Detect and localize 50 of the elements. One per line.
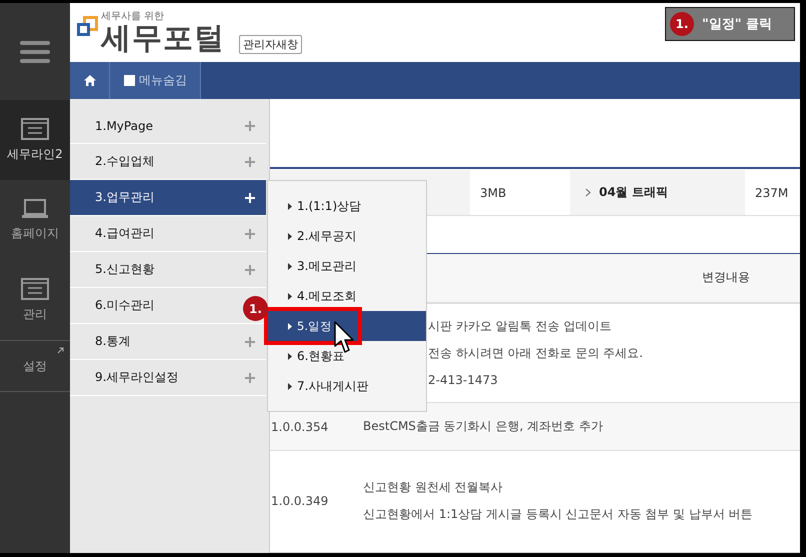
column-header: 변경내용 bbox=[702, 269, 750, 286]
change-text: 신고현황에서 1:1상담 게시글 등록시 신고문서 자동 첨부 및 납부서 버튼 bbox=[363, 506, 753, 524]
change-text: 신고현황 원천세 전월복사 bbox=[363, 479, 504, 496]
hide-menu-label[interactable]: 메뉴숨김 bbox=[139, 72, 187, 89]
submenu-item[interactable]: 3.메모관리 bbox=[268, 251, 426, 281]
bullet-icon bbox=[288, 382, 292, 390]
rail-item[interactable]: 세무라인2 bbox=[0, 100, 70, 180]
callout-text: "일정" 클릭 bbox=[702, 16, 772, 33]
window-icon bbox=[21, 118, 49, 140]
sidebar-item[interactable]: 8.통계 bbox=[70, 324, 266, 360]
sidebar-item[interactable]: 4.급여관리 bbox=[70, 216, 266, 252]
checkbox[interactable] bbox=[124, 75, 135, 86]
submenu-item[interactable]: 7.사내게시판 bbox=[268, 371, 426, 401]
hide-menu-toggle[interactable]: 메뉴숨김 bbox=[110, 62, 201, 99]
sidebar-item[interactable]: 3.업무관리 bbox=[70, 180, 266, 216]
sidebar-item[interactable]: 1.MyPage bbox=[70, 108, 266, 144]
bullet-icon bbox=[288, 262, 292, 270]
change-text: 시판 카카오 알림톡 전송 업데이트 bbox=[428, 318, 612, 335]
change-text: 전송 하시려면 아래 전화로 문의 주세요. bbox=[428, 344, 643, 362]
submenu-item[interactable]: 4.메모조회 bbox=[268, 281, 426, 311]
menu-icon[interactable] bbox=[20, 40, 50, 62]
laptop-icon bbox=[22, 198, 48, 218]
rail-item[interactable]: 홈페이지 bbox=[0, 180, 70, 260]
bullet-icon bbox=[288, 352, 292, 360]
step-badge: 1. bbox=[670, 12, 694, 36]
logo-drawing[interactable]: 세무사를 위한 세무포털 bbox=[77, 12, 225, 54]
window-icon bbox=[21, 278, 49, 300]
size-text: 3MB bbox=[480, 186, 506, 200]
version-cell: 1.0.0.354 bbox=[271, 420, 328, 434]
bullet-icon bbox=[288, 202, 292, 210]
home-icon bbox=[84, 75, 96, 86]
rail-item[interactable]: 관리 bbox=[0, 260, 70, 340]
home-button[interactable] bbox=[70, 62, 110, 99]
bullet-icon bbox=[288, 322, 292, 330]
change-text: BestCMS출금 동기화시 은행, 계좌번호 추가 bbox=[363, 418, 603, 436]
chevron-icon bbox=[585, 188, 591, 198]
submenu-item[interactable]: 6.현황표 bbox=[268, 341, 426, 371]
arrow-icon bbox=[57, 347, 64, 354]
bullet-icon bbox=[288, 232, 292, 240]
traffic-label: 04월 트래픽 bbox=[599, 184, 668, 202]
submenu-item[interactable]: 1.(1:1)상담 bbox=[268, 191, 426, 221]
bullet-icon bbox=[288, 292, 292, 300]
submenu-item[interactable]: 5.일정 bbox=[268, 311, 426, 341]
change-text: 2-413-1473 bbox=[428, 372, 499, 389]
size-text: 237M bbox=[755, 186, 788, 200]
sidebar-item[interactable]: 9.세무라인설정 bbox=[70, 360, 266, 396]
version-cell: 1.0.0.349 bbox=[271, 494, 328, 508]
submenu-item[interactable]: 2.세무공지 bbox=[268, 221, 426, 251]
admin-window-button[interactable]: 관리자새창 bbox=[239, 35, 302, 54]
sidebar-item[interactable]: 5.신고현황 bbox=[70, 252, 266, 288]
